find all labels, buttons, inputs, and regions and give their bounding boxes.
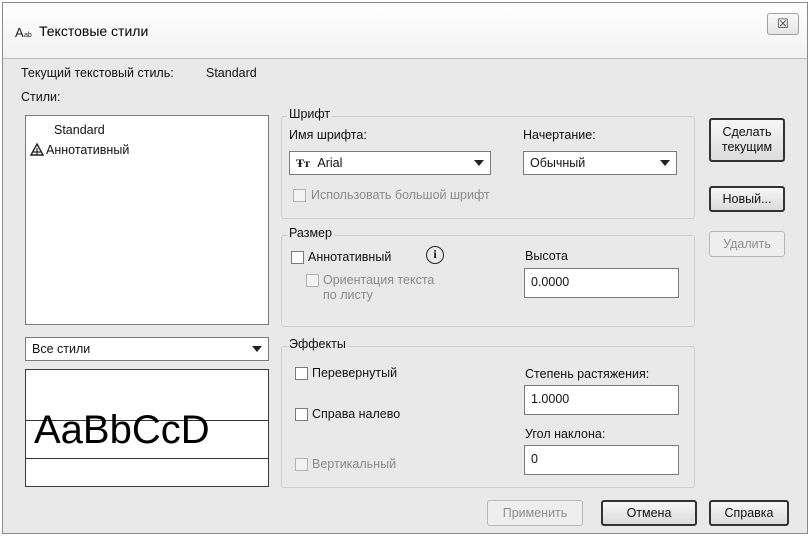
height-label: Высота bbox=[525, 249, 568, 263]
window-title: Текстовые стили bbox=[39, 23, 149, 39]
bigfont-label: Использовать большой шрифт bbox=[311, 188, 490, 202]
style-item-annotative[interactable]: Аннотативный bbox=[46, 143, 129, 157]
new-style-label: Новый... bbox=[722, 192, 772, 206]
help-label: Справка bbox=[724, 506, 774, 520]
current-style-label: Текущий текстовый стиль: bbox=[21, 66, 174, 80]
vertical-label: Вертикальный bbox=[312, 457, 397, 471]
help-button[interactable]: Справка bbox=[709, 500, 789, 526]
svg-text:A: A bbox=[15, 25, 24, 40]
close-icon: ☒ bbox=[777, 16, 789, 31]
font-style-select[interactable]: Обычный bbox=[523, 151, 677, 175]
apply-label: Применить bbox=[502, 506, 568, 520]
svg-text:ab: ab bbox=[24, 32, 32, 39]
height-input[interactable]: 0.0000 bbox=[524, 268, 679, 298]
font-style-label: Начертание: bbox=[523, 128, 596, 142]
width-factor-input[interactable]: 1.0000 bbox=[524, 385, 679, 415]
bigfont-checkbox[interactable] bbox=[293, 189, 306, 202]
oblique-label: Угол наклона: bbox=[525, 427, 606, 441]
apply-button[interactable]: Применить bbox=[487, 500, 583, 526]
cancel-label: Отмена bbox=[626, 506, 672, 520]
font-style-value: Обычный bbox=[530, 156, 586, 170]
annotative-scale-icon bbox=[29, 142, 46, 159]
chevron-down-icon bbox=[252, 346, 262, 352]
styles-list[interactable]: Standard Аннотативный bbox=[25, 115, 269, 325]
new-style-button[interactable]: Новый... bbox=[709, 186, 785, 212]
cancel-button[interactable]: Отмена bbox=[601, 500, 697, 526]
set-current-label-line1: Сделать bbox=[722, 125, 772, 139]
delete-style-button[interactable]: Удалить bbox=[709, 231, 785, 257]
title-bar: A ab Текстовые стили ☒ bbox=[3, 3, 807, 59]
orientation-label-line2: по листу bbox=[323, 288, 373, 302]
font-name-select[interactable]: Ŧт Arial bbox=[289, 151, 491, 175]
height-value: 0.0000 bbox=[531, 275, 570, 289]
style-preview: AaBbCcD bbox=[25, 369, 269, 487]
size-annotative-label: Аннотативный bbox=[308, 250, 392, 264]
preview-sample-text: AaBbCcD bbox=[34, 408, 210, 452]
backwards-checkbox[interactable] bbox=[295, 408, 308, 421]
width-factor-value: 1.0000 bbox=[531, 392, 570, 406]
text-style-app-icon: A ab bbox=[15, 25, 32, 40]
styles-label: Стили: bbox=[21, 90, 61, 104]
style-item-standard[interactable]: Standard bbox=[54, 123, 105, 137]
styles-filter-select[interactable]: Все стили bbox=[25, 337, 269, 361]
text-styles-dialog: A ab Текстовые стили ☒ Текущий текстовый… bbox=[2, 2, 808, 534]
oblique-value: 0 bbox=[531, 452, 538, 466]
width-factor-label: Степень растяжения: bbox=[525, 367, 650, 381]
styles-filter-value: Все стили bbox=[32, 342, 91, 356]
effects-group-title: Эффекты bbox=[287, 337, 348, 351]
chevron-down-icon bbox=[660, 160, 670, 166]
info-icon[interactable]: i bbox=[426, 246, 444, 264]
delete-style-label: Удалить bbox=[723, 237, 771, 251]
current-style-value: Standard bbox=[206, 66, 257, 80]
upside-down-label: Перевернутый bbox=[312, 366, 398, 380]
font-name-label: Имя шрифта: bbox=[289, 128, 367, 142]
upside-down-checkbox[interactable] bbox=[295, 367, 308, 380]
set-current-label-line2: текущим bbox=[721, 140, 773, 154]
preview-baseline bbox=[26, 458, 268, 459]
close-button[interactable]: ☒ bbox=[767, 13, 799, 35]
orientation-checkbox[interactable] bbox=[306, 274, 319, 287]
orientation-label-line1: Ориентация текста bbox=[323, 273, 435, 287]
backwards-label: Справа налево bbox=[312, 407, 401, 421]
vertical-checkbox[interactable] bbox=[295, 458, 308, 471]
set-current-button[interactable]: Сделать текущим bbox=[709, 118, 785, 162]
chevron-down-icon bbox=[474, 160, 484, 166]
size-annotative-checkbox[interactable] bbox=[291, 251, 304, 264]
font-group-title: Шрифт bbox=[287, 107, 333, 121]
size-group-title: Размер bbox=[287, 226, 334, 240]
oblique-input[interactable]: 0 bbox=[524, 445, 679, 475]
truetype-font-icon: Ŧт bbox=[296, 156, 310, 170]
font-name-value: Arial bbox=[317, 156, 343, 170]
